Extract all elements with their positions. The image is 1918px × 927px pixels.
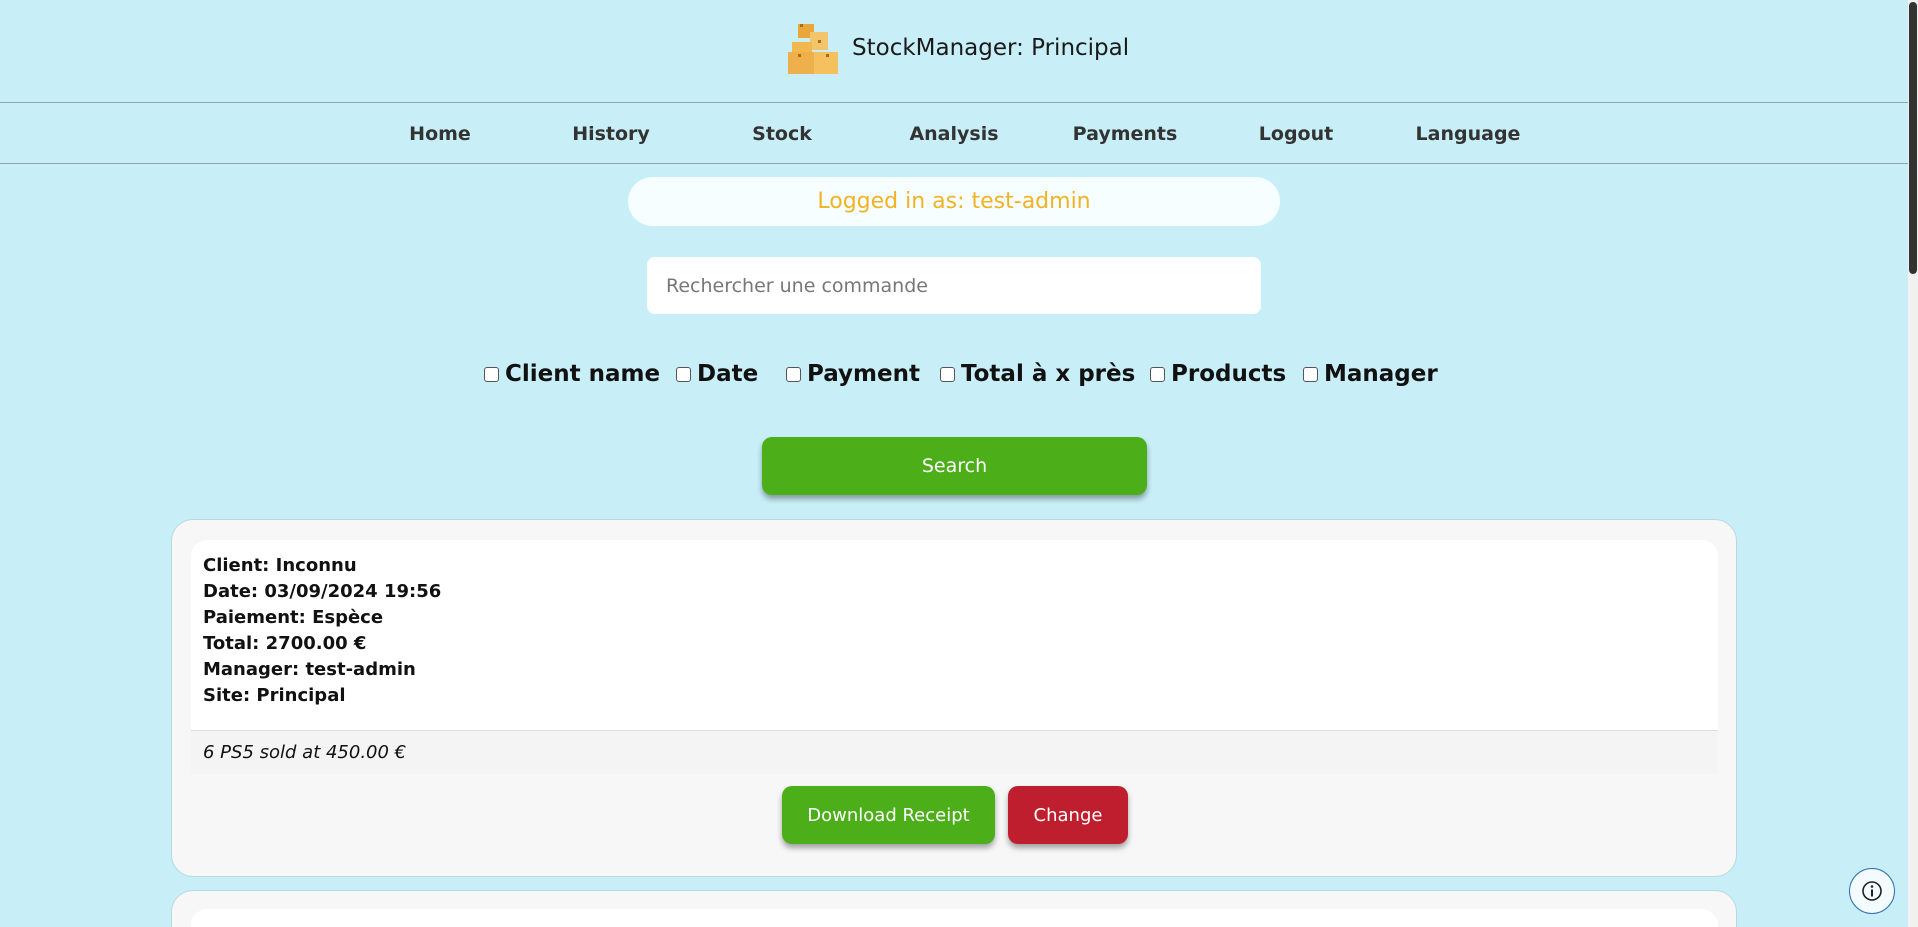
main-nav: Home History Stock Analysis Payments Log…	[0, 104, 1908, 164]
search-button[interactable]: Search	[762, 437, 1147, 495]
order-total: Total: 2700.00 €	[203, 633, 367, 654]
order-client: Client: Inconnu	[203, 555, 357, 576]
filter-date-checkbox[interactable]	[676, 366, 691, 382]
filter-total-checkbox[interactable]	[940, 366, 955, 382]
download-receipt-button[interactable]: Download Receipt	[782, 786, 995, 844]
info-icon[interactable]	[1849, 868, 1895, 914]
order-card: Client: Inconnu Date: 03/09/2024 19:56 P…	[171, 519, 1737, 877]
app-header: StockManager: Principal	[0, 0, 1908, 103]
nav-logout[interactable]: Logout	[1226, 104, 1366, 164]
nav-history[interactable]: History	[541, 104, 681, 164]
filter-manager-checkbox[interactable]	[1303, 366, 1318, 382]
search-input[interactable]	[647, 257, 1261, 314]
filter-client-name[interactable]: Client name	[484, 358, 660, 390]
filter-products[interactable]: Products	[1150, 358, 1286, 390]
logged-in-status: Logged in as: test-admin	[628, 177, 1280, 226]
order-details: Client: Inconnu Date: 03/09/2024 19:56 P…	[191, 540, 1718, 730]
brand: StockManager: Principal	[788, 22, 1129, 74]
nav-analysis[interactable]: Analysis	[884, 104, 1024, 164]
nav-stock[interactable]: Stock	[712, 104, 852, 164]
order-site: Site: Principal	[203, 685, 346, 706]
filter-label: Client name	[505, 361, 661, 387]
scrollbar-thumb[interactable]	[1909, 2, 1917, 274]
filter-label: Total à x près	[961, 361, 1136, 387]
app-title: StockManager: Principal	[852, 35, 1130, 61]
filter-label: Payment	[807, 361, 920, 387]
filter-products-checkbox[interactable]	[1150, 366, 1165, 382]
boxes-icon	[788, 22, 840, 74]
order-details	[191, 909, 1718, 927]
filter-total[interactable]: Total à x près	[940, 358, 1135, 390]
filter-payment[interactable]: Payment	[786, 358, 920, 390]
page-scrollbar[interactable]	[1908, 0, 1918, 927]
filter-client-name-checkbox[interactable]	[484, 366, 499, 382]
order-date: Date: 03/09/2024 19:56	[203, 581, 442, 602]
filter-label: Products	[1171, 361, 1287, 387]
search-filters: Client name Date Payment Total à x près …	[0, 358, 1908, 390]
filter-date[interactable]: Date	[676, 358, 758, 390]
filter-manager[interactable]: Manager	[1303, 358, 1438, 390]
filter-label: Manager	[1324, 361, 1438, 387]
order-manager: Manager: test-admin	[203, 659, 416, 680]
filter-payment-checkbox[interactable]	[786, 366, 801, 382]
filter-label: Date	[697, 361, 759, 387]
order-payment: Paiement: Espèce	[203, 607, 384, 628]
change-button[interactable]: Change	[1008, 786, 1128, 844]
order-products: 6 PS5 sold at 450.00 €	[191, 730, 1718, 774]
nav-language[interactable]: Language	[1398, 104, 1538, 164]
nav-home[interactable]: Home	[370, 104, 510, 164]
nav-payments[interactable]: Payments	[1055, 104, 1195, 164]
order-card	[171, 890, 1737, 927]
